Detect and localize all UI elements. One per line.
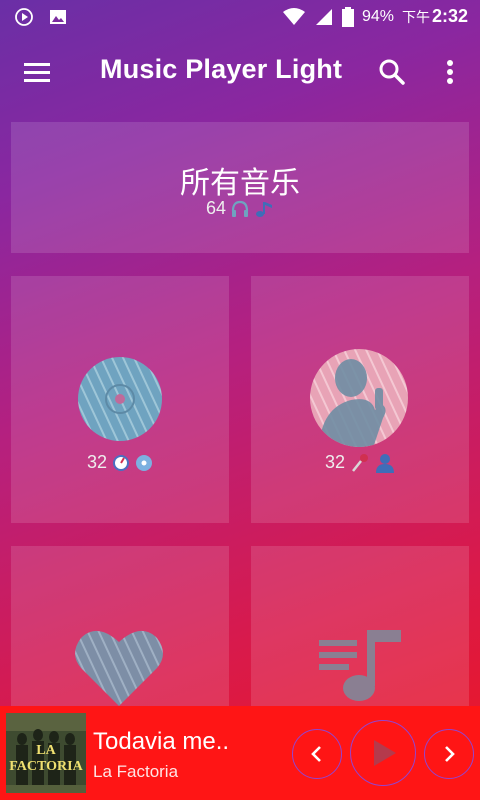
artists-count-row: 32: [251, 452, 469, 473]
play-button[interactable]: [350, 720, 416, 786]
record-icon: [113, 454, 130, 471]
person-icon: [376, 453, 395, 473]
microphone-icon: [352, 453, 369, 472]
music-note-icon: [256, 201, 273, 217]
playlist-icon: [319, 630, 401, 701]
album-disc-icon: [78, 357, 162, 441]
all-music-card[interactable]: 所有音乐 64: [11, 122, 469, 253]
all-music-count-row: 64: [11, 198, 469, 219]
status-bar: 94% 下午 2:32: [0, 0, 480, 34]
clock-period: 下午: [401, 9, 430, 25]
app-bar: Music Player Light: [0, 40, 480, 106]
albums-card[interactable]: 32: [11, 276, 229, 523]
more-vert-icon[interactable]: [436, 56, 464, 88]
next-button[interactable]: [424, 729, 474, 779]
wifi-icon: [282, 7, 305, 25]
search-icon[interactable]: [376, 56, 408, 88]
now-playing-bar[interactable]: LA FACTORIA Todavia me.. La Factoria: [0, 706, 480, 800]
track-artist: La Factoria: [93, 762, 179, 781]
signal-icon: [315, 8, 332, 25]
play-icon: [374, 740, 396, 766]
albums-count: 32: [86, 452, 108, 472]
artist-silhouette-icon: [310, 349, 408, 447]
album-cover[interactable]: LA FACTORIA: [6, 713, 86, 793]
app-title: Music Player Light: [100, 54, 343, 84]
headphones-icon: [231, 200, 249, 217]
all-music-count: 64: [205, 198, 227, 218]
battery-percent: 94%: [361, 7, 394, 25]
album-cover-text: LA FACTORIA: [9, 743, 83, 774]
heart-icon: [75, 630, 163, 706]
albums-count-row: 32: [11, 452, 229, 473]
artists-count: 32: [324, 452, 346, 472]
battery-icon: [341, 6, 354, 27]
chevron-left-icon: [311, 746, 321, 762]
play-notification-icon: [15, 8, 33, 26]
artists-card[interactable]: 32: [251, 276, 469, 523]
menu-icon[interactable]: [22, 56, 54, 88]
previous-button[interactable]: [292, 729, 342, 779]
image-notification-icon: [50, 10, 66, 24]
chevron-right-icon: [445, 746, 455, 762]
all-music-title: 所有音乐: [180, 167, 300, 200]
track-title: Todavia me..: [93, 728, 230, 755]
cd-icon: [136, 454, 153, 471]
clock-time: 2:32: [431, 6, 468, 26]
clock: 下午 2:32: [402, 6, 468, 27]
